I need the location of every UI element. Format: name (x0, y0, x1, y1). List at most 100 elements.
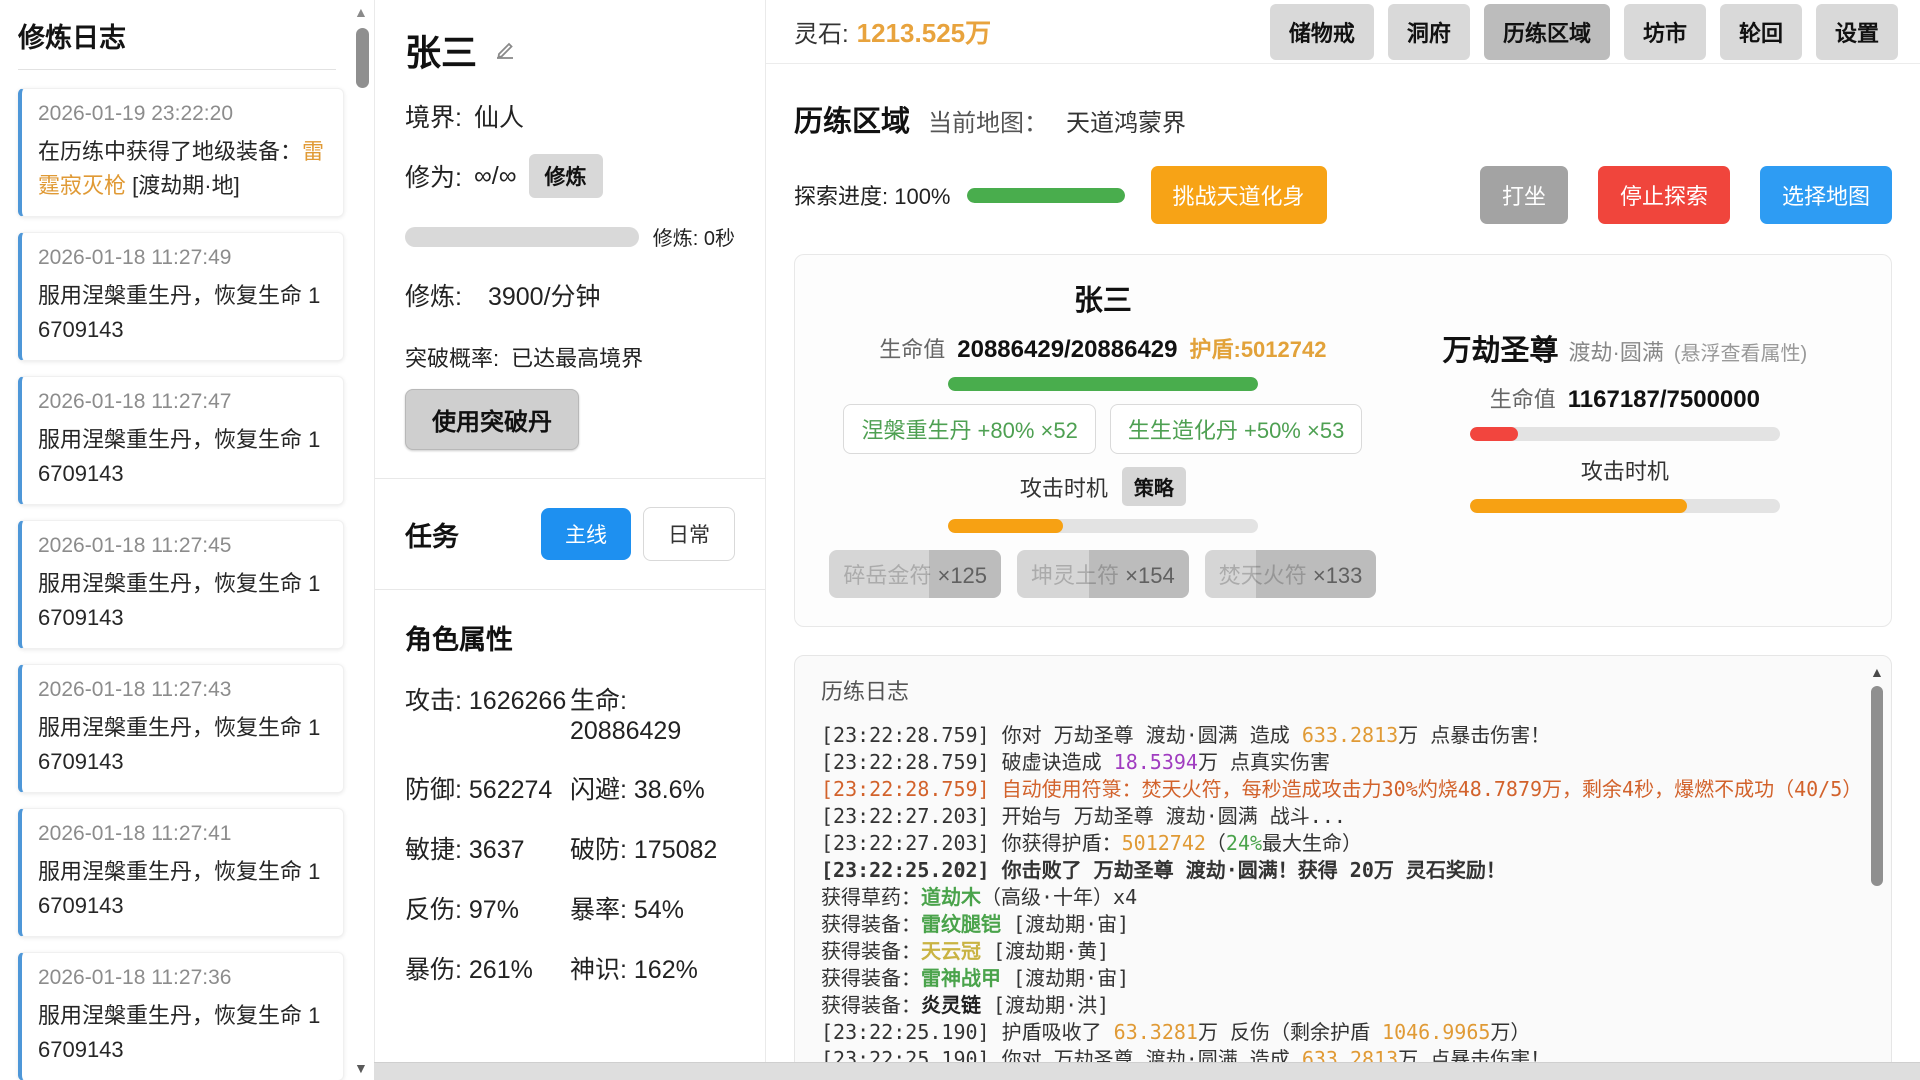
battle-log-line: [23:22:28.759] 自动使用符箓：焚天火符，每秒造成攻击力30%灼烧4… (821, 776, 1851, 803)
breakthrough-label: 突破概率: (405, 341, 499, 373)
log-text: 最大生命） (1262, 831, 1362, 855)
log-entry-time: 2026-01-18 11:27:43 (38, 678, 327, 702)
log-text: 5012742 (1122, 831, 1206, 855)
log-text: [23:22:28.759] 破虚诀造成 (821, 750, 1114, 774)
talisman-item[interactable]: 焚天火符 ×133 (1205, 550, 1377, 598)
scroll-up-icon[interactable]: ▲ (1870, 664, 1884, 680)
top-nav: 储物戒洞府历练区域坊市轮回设置 (1270, 4, 1898, 60)
talisman-item[interactable]: 碎岳金符 ×125 (829, 550, 1001, 598)
enemy-hp-fill (1470, 427, 1518, 441)
meditate-button[interactable]: 打坐 (1480, 166, 1568, 224)
strategy-button[interactable]: 策略 (1122, 467, 1186, 506)
nav-button-settings[interactable]: 设置 (1816, 4, 1898, 60)
log-entry-text: 服用涅槃重生丹，恢复生命 16709143 (38, 715, 320, 774)
challenge-avatar-button[interactable]: 挑战天道化身 (1151, 166, 1327, 224)
log-text: [渡劫期·洪] (981, 993, 1109, 1017)
breakthrough-value: 已达最高境界 (511, 341, 643, 373)
pill-item[interactable]: 涅槃重生丹 +80% ×52 (843, 404, 1095, 454)
log-text: [渡劫期·黄] (981, 939, 1109, 963)
log-text: 18.5394 (1114, 750, 1198, 774)
log-entry-body: 服用涅槃重生丹，恢复生命 16709143 (38, 279, 327, 347)
player-hp-label: 生命值 (879, 332, 945, 364)
log-entry: 2026-01-18 11:27:49服用涅槃重生丹，恢复生命 16709143 (18, 232, 344, 361)
scrollbar-thumb[interactable] (1871, 686, 1883, 886)
log-text: 道劫木 (921, 885, 981, 909)
enemy-hp-label: 生命值 (1490, 382, 1556, 414)
tab-main-quest[interactable]: 主线 (541, 508, 631, 560)
scroll-up-icon[interactable]: ▲ (354, 4, 368, 20)
realm-label: 境界: (405, 98, 462, 134)
nav-button-samsara[interactable]: 轮回 (1720, 4, 1802, 60)
log-text: 获得装备： (821, 993, 921, 1017)
log-text: 获得草药： (821, 885, 921, 909)
log-text: [23:22:28.759] 你对 万劫圣尊 渡劫·圆满 造成 (821, 723, 1302, 747)
pill-item[interactable]: 生生造化丹 +50% ×53 (1110, 404, 1362, 454)
log-text: （ (1206, 831, 1226, 855)
player-hp-value: 20886429/20886429 (957, 336, 1177, 364)
log-entries: 2026-01-19 23:22:20 在历练中获得了地级装备：雷霆寂灭枪 [渡劫… (18, 88, 344, 1080)
battle-log-line: [23:22:27.203] 你获得护盾：5012742（24%最大生命） (821, 830, 1851, 857)
divider (375, 589, 765, 590)
edit-name-icon[interactable] (493, 38, 517, 62)
battle-log-title: 历练日志 (821, 674, 1851, 706)
attributes-title: 角色属性 (405, 618, 735, 657)
enemy-hover-hint: (悬浮查看属性) (1674, 337, 1807, 366)
log-text: [23:22:25.202] 你击败了 万劫圣尊 渡劫·圆满！获得 20万 灵石… (821, 858, 1506, 882)
log-text: 万 反伤（剩余护盾 (1198, 1020, 1382, 1044)
spirit-stone-label: 灵石: (794, 21, 849, 48)
talisman-cooldown-overlay (1256, 550, 1376, 598)
battle-log-line: [23:22:25.202] 你击败了 万劫圣尊 渡劫·圆满！获得 20万 灵石… (821, 857, 1851, 884)
enemy-battle-panel[interactable]: 万劫圣尊 渡劫·圆满 (悬浮查看属性) 生命值 1167187/7500000 … (1385, 277, 1865, 598)
app-window: 修炼日志 2026-01-19 23:22:20 在历练中获得了地级装备：雷霆寂灭… (0, 0, 1920, 1080)
nav-button-cave-dwelling[interactable]: 洞府 (1388, 4, 1470, 60)
tab-daily-quest[interactable]: 日常 (643, 507, 735, 561)
use-breakthrough-pill-button[interactable]: 使用突破丹 (405, 389, 579, 450)
cultivate-button[interactable]: 修炼 (529, 154, 603, 198)
current-map-name: 天道鸿蒙界 (1066, 103, 1186, 138)
log-entry: 2026-01-18 11:27:47服用涅槃重生丹，恢复生命 16709143 (18, 376, 344, 505)
attribute-item: 闪避: 38.6% (570, 770, 735, 806)
sidebar-title: 修炼日志 (18, 16, 336, 70)
log-entry-body: 在历练中获得了地级装备：雷霆寂灭枪 [渡劫期·地] (38, 135, 327, 203)
talisman-item[interactable]: 坤灵土符 ×154 (1017, 550, 1189, 598)
cultivation-progress-bar (405, 227, 639, 247)
log-text: 获得装备： (821, 912, 921, 936)
log-text: 万） (1490, 1020, 1530, 1044)
battle-log-line: [23:22:25.190] 护盾吸收了 63.3281万 反伤（剩余护盾 10… (821, 1019, 1851, 1046)
enemy-hp-value: 1167187/7500000 (1568, 386, 1760, 414)
log-entry-body: 服用涅槃重生丹，恢复生命 16709143 (38, 999, 327, 1067)
log-entry-time: 2026-01-18 11:27:45 (38, 534, 327, 558)
scroll-down-icon[interactable]: ▼ (354, 1060, 368, 1076)
log-text: （高级·十年）x4 (981, 885, 1137, 909)
log-entry-text: [渡劫期·地] (126, 173, 240, 198)
player-attack-fill (948, 519, 1063, 533)
battle-log-scrollbar[interactable]: ▲ ▼ (1869, 664, 1885, 1080)
log-text: 万 点真实伤害 (1198, 750, 1330, 774)
nav-button-training-area[interactable]: 历练区域 (1484, 4, 1610, 60)
log-entry-text: 服用涅槃重生丹，恢复生命 16709143 (38, 859, 320, 918)
scrollbar-thumb[interactable] (356, 28, 369, 88)
nav-button-market[interactable]: 坊市 (1624, 4, 1706, 60)
log-text: [23:22:28.759] 自动使用符箓：焚天火符，每秒造成攻击力30%灼烧4… (821, 777, 1862, 801)
log-text: 63.3281 (1114, 1020, 1198, 1044)
log-text: [渡劫期·宙] (1001, 966, 1129, 990)
log-entry-body: 服用涅槃重生丹，恢复生命 16709143 (38, 855, 327, 923)
stop-explore-button[interactable]: 停止探索 (1598, 166, 1730, 224)
spirit-stone-counter: 灵石:1213.525万 (794, 13, 991, 50)
nav-button-storage-ring[interactable]: 储物戒 (1270, 4, 1374, 60)
player-hp-bar (948, 377, 1258, 391)
log-text: 炎灵链 (921, 993, 981, 1017)
log-entry-text: 服用涅槃重生丹，恢复生命 16709143 (38, 1003, 320, 1062)
log-entry: 2026-01-18 11:27:41服用涅槃重生丹，恢复生命 16709143 (18, 808, 344, 937)
enemy-attack-fill (1470, 499, 1687, 513)
training-area-content: 历练区域 当前地图： 天道鸿蒙界 探索进度: 100% 挑战天道化身 打坐 停止… (766, 64, 1920, 1080)
enemy-hp-bar (1470, 427, 1780, 441)
explore-progress-fill (967, 188, 1125, 203)
character-name: 张三 (405, 24, 477, 76)
log-entry-time: 2026-01-19 23:22:20 (38, 102, 327, 126)
horizontal-scrollbar-track[interactable] (374, 1062, 1920, 1080)
log-entry-body: 服用涅槃重生丹，恢复生命 16709143 (38, 711, 327, 779)
sidebar-scrollbar[interactable]: ▲ ▼ (352, 0, 374, 1080)
log-text: 雷纹腿铠 (921, 912, 1001, 936)
select-map-button[interactable]: 选择地图 (1760, 166, 1892, 224)
